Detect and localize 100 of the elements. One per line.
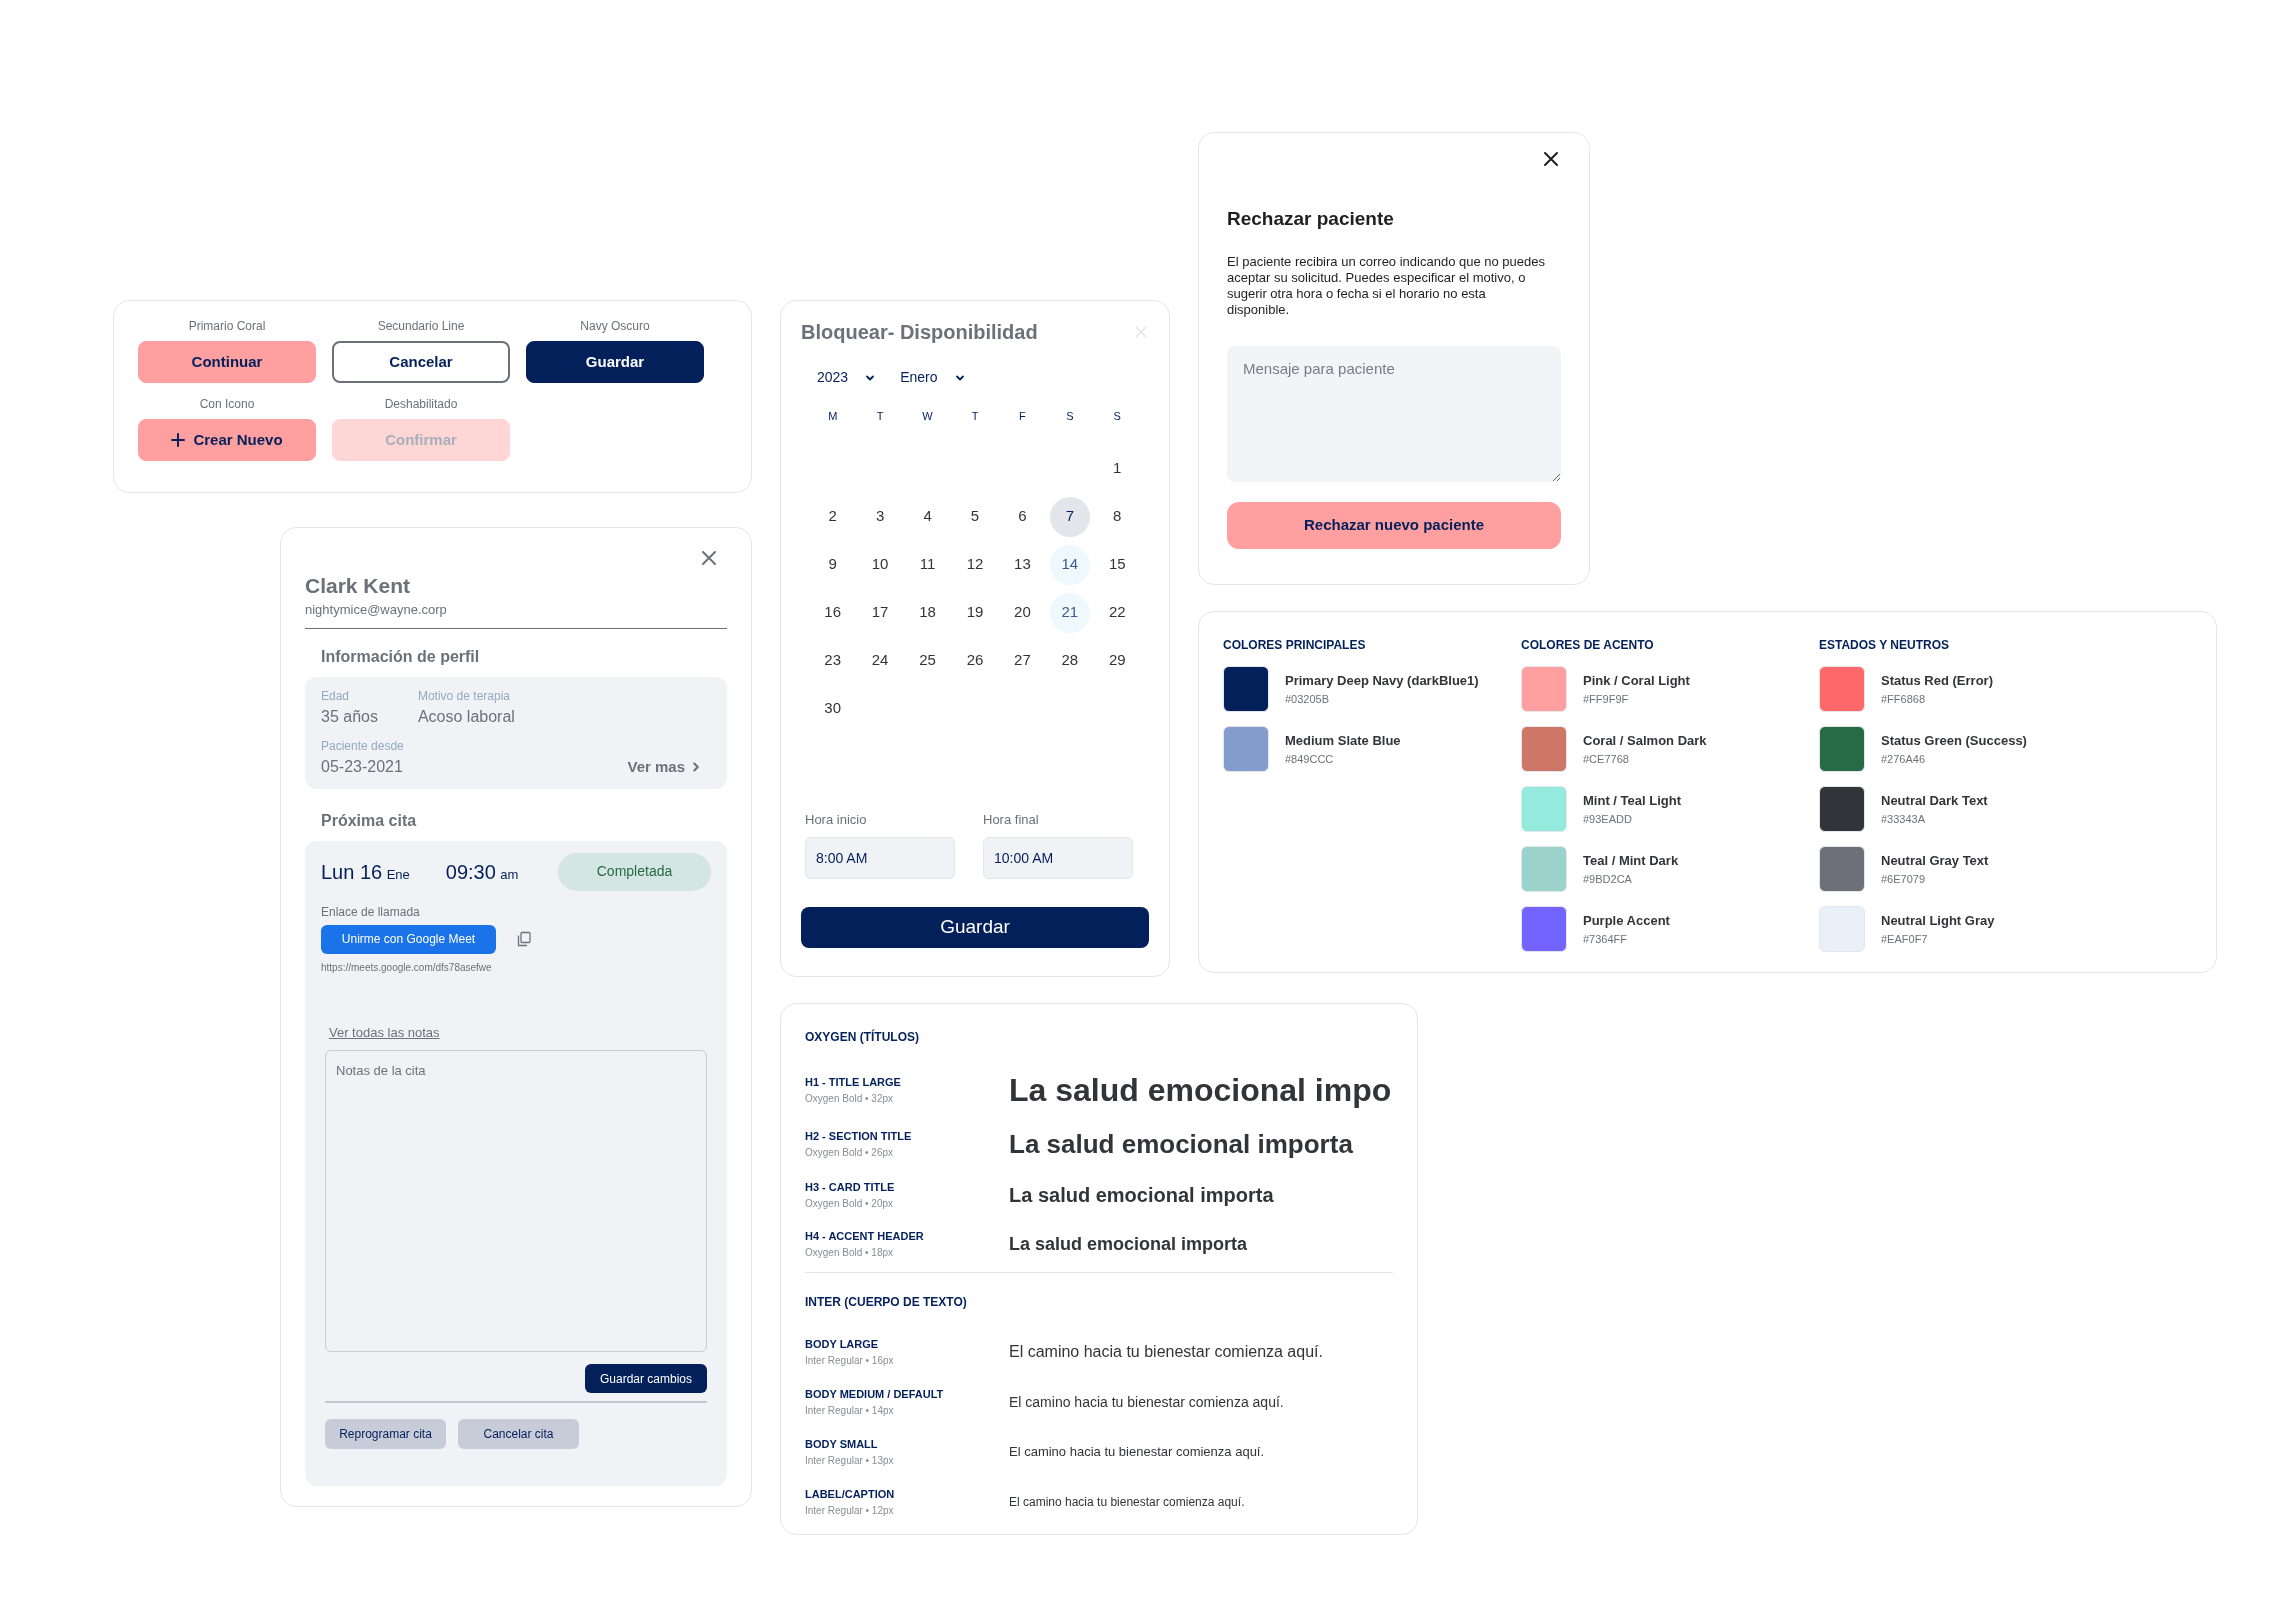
type-sample: La salud emocional importa <box>1009 1232 1248 1256</box>
calendar-day[interactable]: 13 <box>1002 544 1043 585</box>
calendar-day[interactable]: 12 <box>955 544 995 585</box>
demo-button[interactable]: Cancelar <box>332 341 510 383</box>
weekday-label: M <box>828 409 838 424</box>
copy-icon[interactable] <box>516 931 532 947</box>
calendar-day[interactable]: 27 <box>1002 640 1043 681</box>
weekday-label: T <box>971 409 979 424</box>
calendar-day[interactable]: 5 <box>955 496 995 537</box>
status-badge: Completada <box>558 852 711 891</box>
calendar-day[interactable]: 14 <box>1049 544 1090 585</box>
calendar-day[interactable]: 7 <box>1049 496 1090 537</box>
color-name: Medium Slate Blue <box>1285 732 1401 750</box>
dialog-message: El paciente recibira un correo indicando que no puedes aceptar su solicitud. Puedes especificar el motivo, o sugerir otra hora o fecha si el horario no esta disponible. <box>1227 253 1546 318</box>
color-hex: #EAF0F7 <box>1881 931 1929 947</box>
calendar-day[interactable]: 1 <box>1097 448 1138 489</box>
month-select[interactable]: Enero <box>900 367 966 388</box>
color-name: Purple Accent <box>1583 912 1670 930</box>
calendar-day[interactable]: 16 <box>812 592 853 633</box>
palette-group-title: COLORES PRINCIPALES <box>1223 637 1367 654</box>
notes-link[interactable]: Ver todas las notas <box>329 1022 440 1042</box>
type-style-name: LABEL/CAPTION <box>805 1487 896 1503</box>
type-style-name: BODY MEDIUM / DEFAULT <box>805 1387 945 1403</box>
field-label: Hora inicio <box>805 810 868 829</box>
calendar-day[interactable]: 24 <box>860 640 901 681</box>
plus-icon <box>171 433 186 447</box>
calendar-day[interactable]: 8 <box>1097 496 1138 537</box>
calendar-day[interactable]: 30 <box>812 688 853 729</box>
calendar-day[interactable]: 20 <box>1002 592 1043 633</box>
secondary-action-button[interactable]: Reprogramar cita <box>325 1419 446 1449</box>
type-style-spec: Inter Regular • 12px <box>805 1503 895 1518</box>
demo-button[interactable]: Continuar <box>138 341 316 383</box>
button-caption: Deshabilitado <box>384 396 458 413</box>
type-style-name: BODY SMALL <box>805 1437 879 1453</box>
demo-button[interactable]: Crear Nuevo <box>138 419 316 461</box>
see-more-link[interactable]: Ver mas <box>627 756 711 779</box>
type-style-spec: Inter Regular • 16px <box>805 1353 895 1368</box>
color-hex: #276A46 <box>1881 751 1927 767</box>
color-hex: #849CCC <box>1285 751 1335 767</box>
demo-button[interactable]: Guardar <box>526 341 704 383</box>
color-name: Mint / Teal Light <box>1583 792 1681 810</box>
calendar-day[interactable]: 21 <box>1049 592 1090 633</box>
color-hex: #03205B <box>1285 691 1331 707</box>
calendar-day[interactable]: 18 <box>907 592 948 633</box>
color-hex: #33343A <box>1881 811 1927 827</box>
type-style-name: H3 - CARD TITLE <box>805 1180 896 1196</box>
weekday-label: S <box>1113 409 1121 424</box>
type-style-spec: Oxygen Bold • 20px <box>805 1196 894 1211</box>
field-value: 05-23-2021 <box>321 756 404 777</box>
calendar-day[interactable]: 9 <box>812 544 853 585</box>
field-value: 35 años <box>321 706 378 727</box>
color-hex: #FF9F9F <box>1583 691 1630 707</box>
calendar-day[interactable]: 4 <box>907 496 948 537</box>
field-label: Hora final <box>983 810 1040 829</box>
calendar-day[interactable]: 23 <box>812 640 853 681</box>
type-style-spec: Inter Regular • 13px <box>805 1453 895 1468</box>
calendar-day[interactable]: 2 <box>812 496 853 537</box>
type-sample: La salud emocional impo <box>1009 1071 1392 1110</box>
section-title: Información de perfil <box>321 646 481 667</box>
type-sample: El camino hacia tu bienestar comienza aquí. <box>1009 1443 1265 1462</box>
calendar-day[interactable]: 3 <box>860 496 901 537</box>
year-select[interactable]: 2023 <box>817 367 877 388</box>
calendar-day[interactable]: 19 <box>955 592 995 633</box>
color-name: Status Red (Error) <box>1881 672 1993 690</box>
message-field[interactable]: Mensaje para paciente <box>1227 345 1561 482</box>
palette-group-title: ESTADOS Y NEUTROS <box>1819 637 1951 654</box>
type-section-title: INTER (CUERPO DE TEXTO) <box>805 1294 968 1311</box>
color-hex: #9BD2CA <box>1583 871 1633 887</box>
calendar-day[interactable]: 15 <box>1097 544 1138 585</box>
calendar-day[interactable]: 26 <box>955 640 995 681</box>
color-name: Pink / Coral Light <box>1583 672 1690 690</box>
close-icon[interactable] <box>1541 149 1561 169</box>
weekday-label: W <box>922 409 933 424</box>
dialog-title: Rechazar paciente <box>1227 207 1395 231</box>
weekday-label: F <box>1019 409 1026 424</box>
patient-email: nightymice@wayne.corp <box>305 601 448 619</box>
reject-button[interactable]: Rechazar nuevo paciente <box>1227 501 1561 549</box>
time-field[interactable]: 10:00 AM <box>983 837 1133 879</box>
calendar-day[interactable]: 6 <box>1002 496 1043 537</box>
calendar-day[interactable]: 10 <box>860 544 901 585</box>
calendar-day[interactable]: 25 <box>907 640 948 681</box>
field-label: Enlace de llamada <box>321 903 421 921</box>
secondary-action-button[interactable]: Cancelar cita <box>458 1419 579 1449</box>
calendar-day[interactable]: 29 <box>1097 640 1138 681</box>
calendar-day[interactable]: 11 <box>907 544 948 585</box>
button-caption: Con Icono <box>199 396 255 413</box>
field-label: Edad <box>321 687 351 705</box>
time-field[interactable]: 8:00 AM <box>805 837 955 879</box>
field-label: Motivo de terapia <box>417 687 511 705</box>
notes-field[interactable]: Notas de la cita <box>325 1050 707 1352</box>
calendar-day[interactable]: 17 <box>860 592 901 633</box>
color-hex: #7364FF <box>1583 931 1629 947</box>
join-meet-button[interactable]: Unirme con Google Meet <box>321 924 496 954</box>
type-style-name: BODY LARGE <box>805 1337 880 1353</box>
save-button[interactable]: Guardar <box>801 907 1149 948</box>
calendar-day[interactable]: 28 <box>1049 640 1090 681</box>
calendar-day[interactable]: 22 <box>1097 592 1138 633</box>
save-changes-button[interactable]: Guardar cambios <box>585 1364 707 1393</box>
button-caption: Secundario Line <box>377 318 465 335</box>
button-caption: Primario Coral <box>188 318 266 335</box>
